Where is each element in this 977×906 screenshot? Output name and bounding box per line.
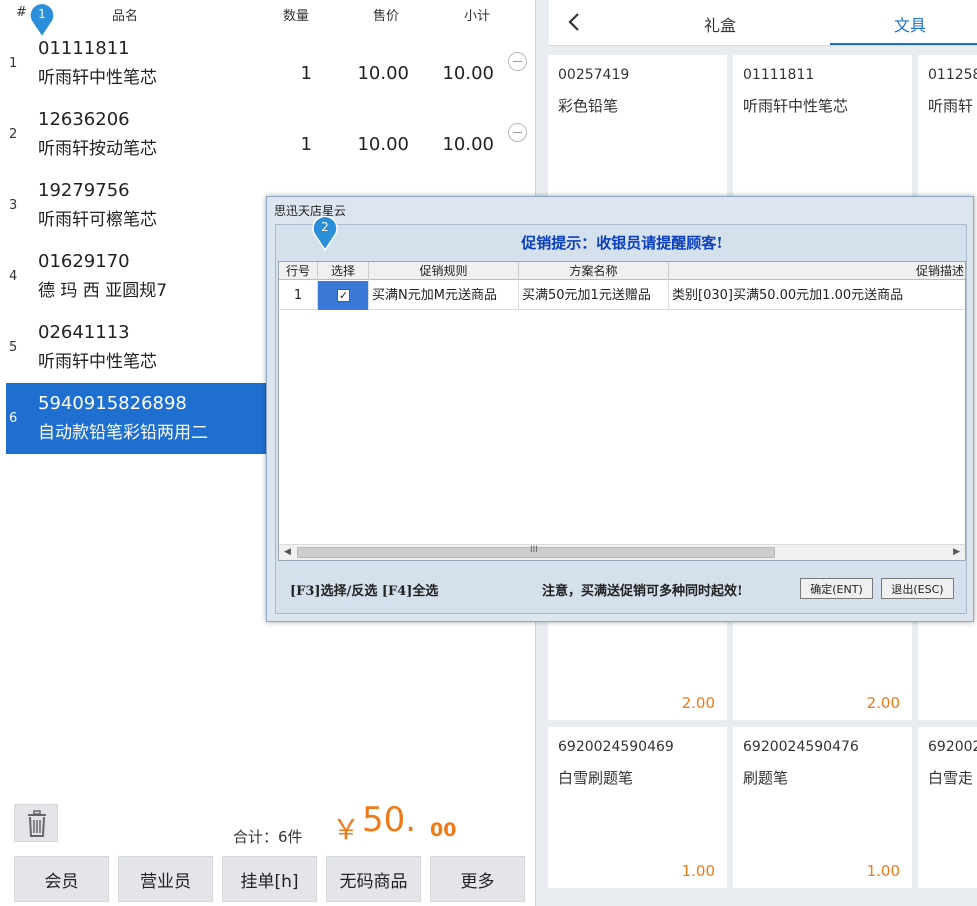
total-amount-decimal: 00 — [430, 819, 457, 841]
product-price: 1.00 — [681, 862, 715, 880]
trash-icon — [28, 810, 46, 837]
product-card[interactable]: 692002 白雪走 — [918, 727, 977, 888]
row-code: 5940915826898 — [38, 393, 187, 414]
product-name: 听雨轩 — [928, 97, 974, 115]
row-index: 4 — [9, 269, 18, 284]
col-select-header: 选择 — [318, 262, 369, 280]
row-price: 10.00 — [357, 134, 409, 155]
product-price: 2.00 — [681, 694, 715, 712]
promotion-select-checkbox[interactable]: ✓ — [337, 289, 350, 302]
active-tab-indicator — [830, 43, 977, 45]
row-name: 听雨轩按动笔芯 — [38, 139, 157, 159]
promotion-dialog: 思迅天店星云 促销提示：收银员请提醒顾客! 行号 选择 促销规则 方案名称 促销… — [266, 196, 974, 622]
row-name: 自动款铅笔彩铅两用二 — [38, 423, 208, 443]
col-plan-header: 方案名称 — [519, 262, 669, 280]
row-index: 3 — [9, 198, 18, 213]
exit-button[interactable]: 退出(ESC) — [881, 578, 954, 599]
member-button[interactable]: 会员 — [14, 856, 109, 902]
no-barcode-item-button[interactable]: 无码商品 — [326, 856, 421, 902]
total-currency: ￥ — [332, 813, 361, 846]
promotion-notice: 注意，买满送促销可多种同时起效! — [542, 584, 743, 599]
row-name: 听雨轩可檫笔芯 — [38, 210, 157, 230]
row-index: 5 — [9, 340, 18, 355]
dialog-body: 促销提示：收银员请提醒顾客! 行号 选择 促销规则 方案名称 促销描述 1 ✓ … — [275, 224, 967, 614]
salesperson-button[interactable]: 营业员 — [118, 856, 213, 902]
col-rule-header: 促销规则 — [369, 262, 519, 280]
remove-item-icon[interactable] — [508, 123, 527, 142]
delete-trash-button[interactable] — [14, 804, 58, 842]
col-row-no-header: 行号 — [279, 262, 318, 280]
row-index: 6 — [9, 411, 18, 426]
tab-stationery[interactable]: 文具 — [894, 12, 926, 36]
scrollbar-thumb[interactable]: III — [297, 545, 775, 558]
row-price: 10.00 — [357, 63, 409, 84]
row-qty: 1 — [300, 63, 312, 84]
hold-order-button[interactable]: 挂单[h] — [222, 856, 317, 902]
horizontal-scrollbar[interactable]: ◀ III ▶ — [279, 544, 965, 560]
product-code: 6920024590476 — [743, 739, 859, 755]
product-name: 听雨轩中性笔芯 — [743, 97, 849, 115]
remove-item-icon[interactable] — [508, 52, 527, 71]
row-code: 02641113 — [38, 322, 130, 343]
row-qty: 1 — [300, 134, 312, 155]
total-amount-integer: 50. — [362, 800, 417, 840]
annotation-marker-1: 1 — [28, 2, 56, 39]
category-tabs: 礼盒 文具 — [549, 0, 977, 46]
col-qty-header: 数量 — [283, 9, 310, 24]
product-code: 692002 — [928, 739, 977, 755]
tab-gift-box[interactable]: 礼盒 — [704, 12, 736, 36]
order-row[interactable]: 1 01111811 听雨轩中性笔芯 1 10.00 10.00 — [6, 28, 530, 99]
col-name-header: 品名 — [112, 9, 139, 24]
product-price: 2.00 — [866, 694, 900, 712]
product-card[interactable]: 6920024590469 白雪刷题笔 1.00 — [548, 727, 727, 888]
row-index: 2 — [9, 127, 18, 142]
row-name: 听雨轩中性笔芯 — [38, 68, 157, 88]
row-code: 01629170 — [38, 251, 130, 272]
scrollbar-grip: III — [530, 545, 538, 555]
col-index-header: # — [16, 5, 27, 20]
annotation-marker-2: 2 — [311, 215, 339, 252]
product-name: 刷题笔 — [743, 769, 789, 787]
product-name: 白雪走 — [928, 769, 974, 787]
order-row[interactable]: 2 12636206 听雨轩按动笔芯 1 10.00 10.00 — [6, 99, 530, 170]
promotion-select-cell[interactable]: ✓ — [318, 281, 369, 310]
marker-label: 2 — [321, 220, 329, 234]
row-code: 19279756 — [38, 180, 130, 201]
row-code: 01111811 — [38, 38, 130, 59]
chevron-left-icon — [568, 13, 579, 31]
total-count-label: 合计：6件 — [233, 828, 303, 846]
promotion-grid: 行号 选择 促销规则 方案名称 促销描述 1 ✓ 买满N元加M元送商品 买满50… — [278, 261, 966, 561]
col-price-header: 售价 — [373, 9, 400, 24]
col-subtotal-header: 小计 — [464, 9, 491, 24]
row-subtotal: 10.00 — [442, 134, 494, 155]
dialog-heading: 促销提示：收银员请提醒顾客! — [521, 234, 723, 252]
marker-label: 1 — [38, 7, 46, 21]
row-code: 12636206 — [38, 109, 130, 130]
promotion-row[interactable]: 1 ✓ 买满N元加M元送商品 买满50元加1元送赠品 类别[030]买满50.0… — [279, 281, 965, 310]
product-code: 011258 — [928, 67, 977, 83]
row-name: 听雨轩中性笔芯 — [38, 352, 157, 372]
promotion-plan: 买满50元加1元送赠品 — [519, 281, 669, 310]
product-card[interactable]: 6920024590476 刷题笔 1.00 — [733, 727, 912, 888]
promotion-rule: 买满N元加M元送商品 — [369, 281, 519, 310]
product-name: 白雪刷题笔 — [558, 769, 634, 787]
col-desc-header: 促销描述 — [669, 262, 965, 280]
scroll-right-icon[interactable]: ▶ — [953, 547, 960, 557]
product-price: 1.00 — [866, 862, 900, 880]
shortcut-hint: [F3]选择/反选 [F4]全选 — [290, 584, 439, 599]
back-button[interactable] — [561, 8, 587, 36]
scroll-left-icon[interactable]: ◀ — [284, 547, 291, 557]
promotion-grid-header: 行号 选择 促销规则 方案名称 促销描述 — [279, 262, 965, 280]
row-name: 德 玛 西 亚圆规7 — [38, 281, 168, 301]
product-code: 6920024590469 — [558, 739, 674, 755]
promotion-description: 类别[030]买满50.00元加1.00元送商品 — [672, 288, 904, 303]
product-code: 01111811 — [743, 67, 815, 83]
promotion-row-no: 1 — [279, 281, 318, 310]
order-list-header: # 品名 数量 售价 小计 — [0, 0, 536, 28]
row-subtotal: 10.00 — [442, 63, 494, 84]
more-button[interactable]: 更多 — [430, 856, 525, 902]
confirm-button[interactable]: 确定(ENT) — [800, 578, 873, 599]
row-index: 1 — [9, 56, 18, 71]
